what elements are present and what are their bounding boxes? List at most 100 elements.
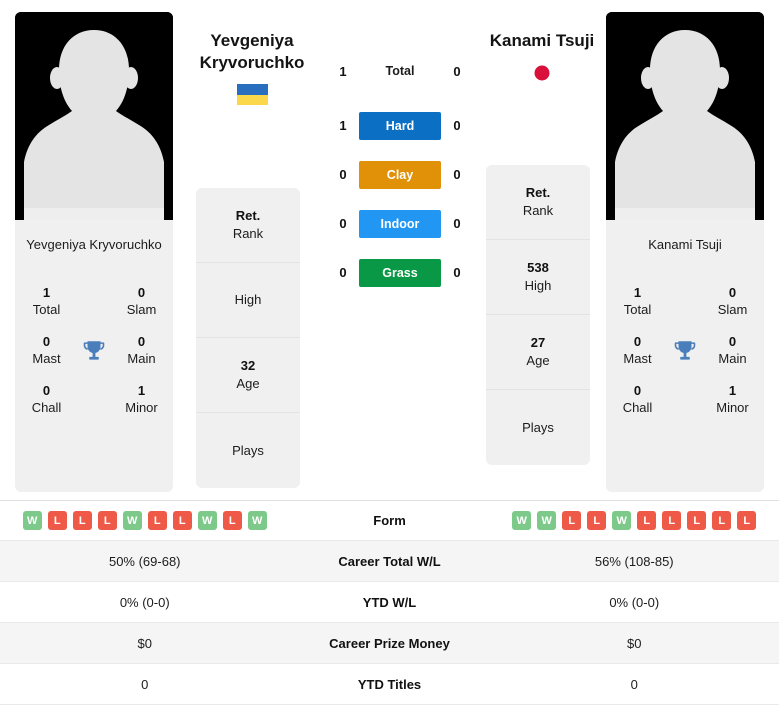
info-value-age: 27	[530, 335, 546, 350]
titles-grid-right: 1 Total 0 Slam 0 Mast 0 Main 0 Chall 1 M…	[612, 284, 758, 417]
player-comparison-page: Yevgeniya Kryvoruchko 1 Total 0 Slam 0 M…	[0, 0, 779, 719]
form-badge-win[interactable]: W	[247, 511, 267, 530]
trophy-icon-glyph	[83, 340, 105, 360]
stat-minor-value-right: 1	[728, 383, 737, 398]
stat-total-value-right: 1	[633, 285, 642, 300]
surface-right-value-grass: 0	[453, 265, 461, 280]
surface-left-value-hard: 1	[339, 118, 347, 133]
stat-slam-label-right: Slam	[717, 302, 748, 317]
info-label-plays: Plays	[522, 419, 554, 435]
stat-main-value-right: 0	[728, 334, 737, 349]
surface-label-indoor[interactable]: Indoor	[359, 209, 441, 238]
info-label-plays: Plays	[232, 442, 264, 458]
table-cell-right: WWLLWLLLLL	[490, 511, 779, 530]
form-badge-loss[interactable]: L	[172, 511, 192, 530]
player-photo-left	[15, 12, 173, 220]
player-info-column-right: Ret. Rank 538 High 27 Age Plays	[486, 165, 590, 465]
form-badge-loss[interactable]: L	[737, 511, 757, 530]
form-badge-loss[interactable]: L	[662, 511, 682, 530]
form-badge-loss[interactable]: L	[687, 511, 707, 530]
player-column-left: Yevgeniya Kryvoruchko 1 Total 0 Slam 0 M…	[15, 12, 173, 492]
player-name-left[interactable]: Yevgeniya Kryvoruchko	[162, 30, 342, 74]
japan-flag-icon	[527, 62, 558, 83]
table-cell-right: 0	[630, 676, 638, 692]
table-row-label: Form	[373, 513, 406, 528]
stat-mast-label-left: Mast	[32, 351, 61, 366]
stat-chall-left: 0 Chall	[21, 382, 72, 417]
form-badge-loss[interactable]: L	[712, 511, 732, 530]
surface-row-indoor: 0 Indoor 0	[330, 207, 470, 240]
info-label-rank: Rank	[522, 203, 554, 218]
form-badge-loss[interactable]: L	[97, 511, 117, 530]
info-value-rank: Ret.	[525, 185, 551, 200]
info-label-high: High	[234, 292, 262, 307]
form-badge-loss[interactable]: L	[222, 511, 242, 530]
stat-main-value-left: 0	[137, 334, 146, 349]
table-cell-right: 0% (0-0)	[609, 594, 660, 610]
stat-main-left: 0 Main	[116, 333, 167, 368]
table-cell-right: 56% (108-85)	[594, 553, 674, 569]
stat-slam-value-left: 0	[137, 285, 146, 300]
form-badge-win[interactable]: W	[512, 511, 532, 530]
form-badge-loss[interactable]: L	[147, 511, 167, 530]
table-row: 50% (69-68) Career Total W/L 56% (108-85)	[0, 541, 779, 582]
surface-left-value-grass: 0	[339, 265, 347, 280]
table-row-label: YTD Titles	[357, 676, 422, 692]
surface-row-grass: 0 Grass 0	[330, 256, 470, 289]
stat-mast-value-right: 0	[633, 334, 642, 349]
form-badge-win[interactable]: W	[122, 511, 142, 530]
form-badge-loss[interactable]: L	[72, 511, 92, 530]
form-badge-win[interactable]: W	[197, 511, 217, 530]
info-value-age: 32	[240, 358, 256, 373]
surface-label-total: Total	[385, 64, 415, 78]
info-label-age: Age	[526, 353, 550, 368]
stat-total-label-left: Total	[32, 302, 61, 317]
player-header-right: Kanami Tsuji	[452, 30, 632, 83]
player-column-right: Kanami Tsuji 1 Total 0 Slam 0 Mast 0 Mai…	[606, 12, 764, 492]
form-badge-loss[interactable]: L	[562, 511, 582, 530]
form-badge-win[interactable]: W	[612, 511, 632, 530]
surface-right-value-total: 0	[453, 63, 461, 79]
stat-total-left: 1 Total	[21, 284, 72, 319]
form-badge-win[interactable]: W	[22, 511, 42, 530]
table-row: 0% (0-0) YTD W/L 0% (0-0)	[0, 582, 779, 623]
surface-row-total: 1 Total 0	[330, 60, 470, 82]
form-badge-loss[interactable]: L	[637, 511, 657, 530]
trophy-icon-glyph	[674, 340, 696, 360]
stat-total-label-right: Total	[623, 302, 652, 317]
info-cell-rank: Ret. Rank	[486, 165, 590, 240]
stat-chall-label-right: Chall	[622, 400, 653, 415]
stat-total-value-left: 1	[42, 285, 51, 300]
form-badge-loss[interactable]: L	[587, 511, 607, 530]
surface-label-grass[interactable]: Grass	[359, 258, 441, 287]
surface-right-value-indoor: 0	[453, 216, 461, 231]
stat-mast-label-right: Mast	[623, 351, 652, 366]
table-cell-left: 0	[141, 676, 149, 692]
table-cell-left: 50% (69-68)	[108, 553, 181, 569]
stat-main-label-right: Main	[718, 351, 747, 366]
ukraine-flag-icon	[236, 84, 268, 105]
stat-chall-right: 0 Chall	[612, 382, 663, 417]
table-row-label: YTD W/L	[362, 594, 417, 610]
table-cell-left: WLLLWLLWLW	[0, 511, 290, 530]
info-cell-plays: Plays	[196, 413, 300, 488]
form-badge-win[interactable]: W	[537, 511, 557, 530]
surface-label-hard[interactable]: Hard	[359, 111, 441, 140]
table-cell-left: $0	[137, 635, 152, 651]
form-badge-loss[interactable]: L	[47, 511, 67, 530]
stat-main-label-left: Main	[127, 351, 156, 366]
table-row: $0 Career Prize Money $0	[0, 623, 779, 664]
player-name-right[interactable]: Kanami Tsuji	[452, 30, 632, 52]
comparison-table: W L L L W L L W L W Form W W L L W L L L L L 50% (69-68) Caree…	[0, 500, 779, 705]
surface-label-clay[interactable]: Clay	[359, 160, 441, 189]
info-value-high: 538	[527, 260, 549, 275]
player-stat-card-right: Kanami Tsuji 1 Total 0 Slam 0 Mast 0 Mai…	[606, 220, 764, 492]
stat-minor-label-left: Minor	[125, 400, 158, 415]
surface-right-value-hard: 0	[453, 118, 461, 133]
player-info-column-left: Ret. Rank High 32 Age Plays	[196, 188, 300, 488]
info-label-age: Age	[236, 376, 260, 391]
info-cell-age: 32 Age	[196, 338, 300, 413]
stat-slam-left: 0 Slam	[116, 284, 167, 319]
avatar-placeholder-icon	[15, 12, 173, 220]
surface-left-value-indoor: 0	[339, 216, 347, 231]
